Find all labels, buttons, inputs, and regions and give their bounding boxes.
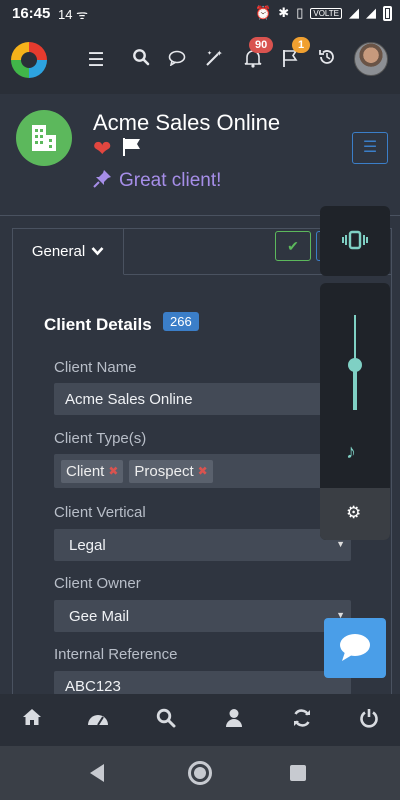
svg-text:✦: ✦ [216, 49, 223, 58]
internal-reference-label: Internal Reference [54, 646, 178, 663]
client-name-label: Client Name [54, 359, 137, 376]
flags-badge: 1 [292, 37, 311, 53]
android-nav-bar [0, 746, 400, 800]
client-tagline: Great client! [93, 168, 221, 194]
status-time: 16:45 [12, 5, 51, 22]
client-type-tag: Prospect ✖ [129, 459, 213, 483]
search-icon[interactable] [128, 48, 154, 74]
tab-general[interactable]: General [13, 229, 124, 275]
client-types-label: Client Type(s) [54, 430, 147, 447]
chat-icon [340, 634, 370, 661]
client-name-field[interactable]: Acme Sales Online [54, 383, 351, 415]
chevron-down-icon [91, 243, 104, 260]
client-title: Acme Sales Online [93, 110, 281, 135]
select-caret-icon: ▼ [336, 539, 345, 549]
client-vertical-select[interactable]: Legal ▼ [54, 529, 351, 561]
client-count-badge: 266 [163, 312, 199, 331]
power-icon[interactable] [357, 708, 381, 732]
client-type-tag-label: Client [66, 462, 105, 480]
client-vertical-value: Legal [69, 536, 106, 554]
user-avatar[interactable] [354, 42, 388, 76]
search-icon[interactable] [154, 708, 178, 732]
hamburger-menu-icon[interactable]: ☰ [83, 48, 109, 74]
section-title: Client Details [44, 315, 152, 334]
magic-wand-icon[interactable]: ✦ ✦ [201, 48, 227, 74]
client-building-logo [16, 110, 72, 166]
bottom-toolbar [0, 694, 400, 746]
status-left-indicators: 14 ᯤ [58, 7, 88, 22]
wifi-signal-icon: ◢ [349, 5, 359, 20]
volume-panel: ♪ ⚙ [320, 283, 390, 540]
status-right-icons: ⏰ ✱ ▯ VOLTE ◢ ◢ [255, 5, 392, 21]
vibrate-mode-icon [342, 230, 368, 255]
client-owner-value: Gee Mail [69, 607, 130, 625]
client-vertical-label: Client Vertical [54, 504, 146, 521]
app-logo[interactable] [11, 42, 47, 78]
refresh-icon[interactable] [290, 708, 314, 732]
user-icon[interactable] [222, 708, 246, 732]
recent-apps-icon[interactable] [290, 765, 306, 781]
pushpin-icon [93, 168, 113, 194]
white-flag-icon[interactable] [121, 136, 143, 163]
notifications-badge: 90 [249, 37, 274, 53]
volume-settings-button[interactable]: ⚙ [320, 488, 390, 540]
remove-tag-icon[interactable]: ✖ [108, 464, 118, 478]
dashboard-icon[interactable] [86, 708, 110, 732]
client-types-field[interactable]: Client ✖ Prospect ✖ [54, 454, 351, 488]
tab-general-label: General [31, 243, 86, 260]
chat-button[interactable] [324, 618, 386, 678]
tagline-text: Great client! [119, 170, 222, 191]
header-menu-button[interactable]: ☰ [352, 132, 388, 164]
back-icon[interactable] [90, 764, 104, 782]
battery-icon [383, 5, 392, 21]
volte-icon: VOLTE [310, 7, 342, 19]
status-bar: 16:45 14 ᯤ ⏰ ✱ ▯ VOLTE ◢ ◢ [0, 0, 400, 28]
chat-bubble-icon[interactable] [164, 48, 190, 74]
client-owner-select[interactable]: Gee Mail ▼ [54, 600, 351, 632]
bluetooth-icon: ✱ [278, 5, 290, 20]
alarm-icon: ⏰ [255, 5, 272, 20]
history-icon[interactable] [314, 48, 340, 74]
internal-reference-value: ABC123 [65, 678, 121, 695]
volume-slider-thumb[interactable] [348, 358, 362, 373]
volume-slider-fill [353, 365, 357, 410]
svg-text:✦: ✦ [207, 50, 212, 57]
remove-tag-icon[interactable]: ✖ [198, 464, 208, 478]
save-check-button[interactable]: ✔ [275, 231, 311, 261]
client-header: Acme Sales Online ❤ Great client! ☰ [0, 94, 400, 216]
heart-icon[interactable]: ❤ [93, 136, 111, 162]
gear-icon: ⚙ [346, 503, 362, 522]
client-type-tag-label: Prospect [134, 462, 194, 480]
home-icon[interactable] [20, 708, 44, 732]
home-circle-icon[interactable] [188, 761, 212, 785]
cell-signal-icon: ◢ [366, 5, 376, 20]
client-type-tag: Client ✖ [61, 459, 124, 483]
client-name-value: Acme Sales Online [65, 390, 193, 408]
top-navbar: ☰ ✦ ✦ 90 1 [0, 28, 400, 94]
vibrate-toggle[interactable] [320, 206, 390, 276]
music-note-icon: ♪ [346, 441, 356, 463]
client-owner-label: Client Owner [54, 575, 141, 592]
internal-reference-field[interactable]: ABC123 [54, 671, 351, 695]
vibrate-icon: ▯ [296, 5, 304, 20]
